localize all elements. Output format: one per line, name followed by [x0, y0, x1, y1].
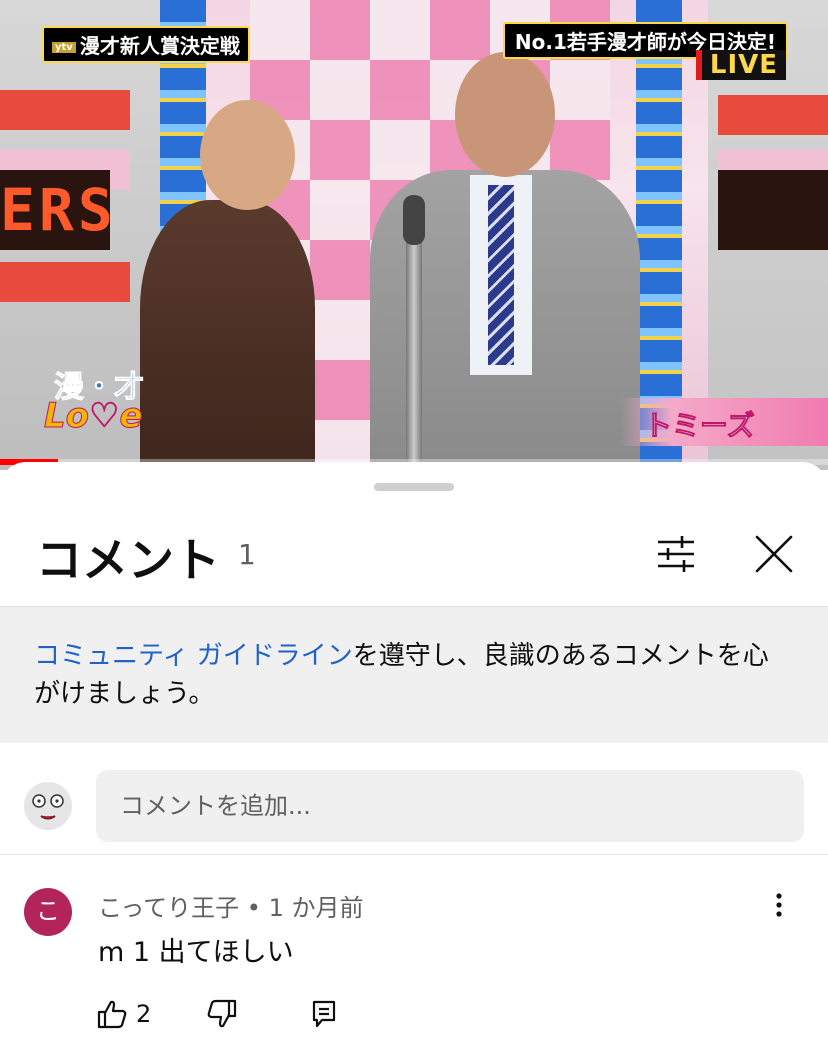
performer-left-head	[200, 100, 295, 210]
community-guidelines-link[interactable]: コミュニティ ガイドライン	[34, 641, 353, 671]
thumbs-up-icon	[97, 1000, 127, 1029]
broadcast-title-text: 漫才新人賞決定戦	[79, 34, 240, 58]
thumbs-down-icon	[207, 999, 237, 1028]
performer-name-text: トミーズ	[644, 409, 756, 443]
performer-right-tie	[488, 185, 514, 365]
add-comment-input[interactable]	[96, 770, 804, 842]
reply-comment-icon	[312, 1000, 336, 1028]
sliders-icon[interactable]	[654, 532, 698, 576]
like-button[interactable]: 2	[96, 998, 156, 1034]
comment-author[interactable]: こってり王子	[98, 894, 239, 922]
comments-title: コメント	[36, 533, 220, 587]
channel-logo: ytv	[52, 42, 76, 53]
comment-meta: こってり王子 • 1 か月前	[98, 888, 363, 923]
live-badge: LIVE	[695, 50, 786, 80]
show-logo: 漫・才 Lo♡e	[44, 350, 184, 440]
user-avatar[interactable]	[24, 782, 72, 830]
comments-sheet: コメント 1 コミュニティ ガイドラインを遵守し、良識のあるコメントを心がけまし…	[0, 462, 828, 1052]
more-vertical-icon[interactable]	[764, 890, 794, 920]
community-guideline-notice: コミュニティ ガイドラインを遵守し、良識のあるコメントを心がけましょう。	[0, 606, 828, 743]
sheet-drag-handle[interactable]	[374, 483, 454, 491]
microphone-icon	[403, 195, 425, 245]
avatar-face-icon	[24, 782, 72, 830]
guideline-paragraph: コミュニティ ガイドラインを遵守し、良識のあるコメントを心がけましょう。	[34, 637, 794, 713]
commenter-avatar[interactable]: こ	[24, 888, 72, 936]
performer-name-caption: トミーズ	[620, 398, 828, 446]
like-count: 2	[136, 1000, 152, 1028]
close-icon[interactable]	[752, 532, 796, 576]
stage-band	[0, 90, 130, 130]
comment-time: 1 か月前	[268, 894, 364, 922]
comment-text: m 1 出てほしい	[98, 937, 294, 968]
reply-button[interactable]	[308, 998, 348, 1034]
divider	[0, 854, 828, 855]
performer-right-head	[455, 52, 555, 177]
stage-band	[0, 262, 130, 302]
video-player[interactable]: ERS ytv 漫才新人賞決定戦 No.1若手漫才師が今日決定! LIVE 漫・才…	[0, 0, 828, 470]
led-board: ERS	[0, 170, 110, 250]
dislike-button[interactable]	[206, 998, 246, 1034]
led-board-right	[718, 170, 828, 250]
broadcast-title: ytv 漫才新人賞決定戦	[42, 26, 250, 63]
stage-band	[718, 95, 828, 135]
meta-separator: •	[246, 894, 261, 922]
show-logo-bottom: Lo♡e	[44, 396, 144, 437]
comments-count: 1	[238, 538, 256, 571]
